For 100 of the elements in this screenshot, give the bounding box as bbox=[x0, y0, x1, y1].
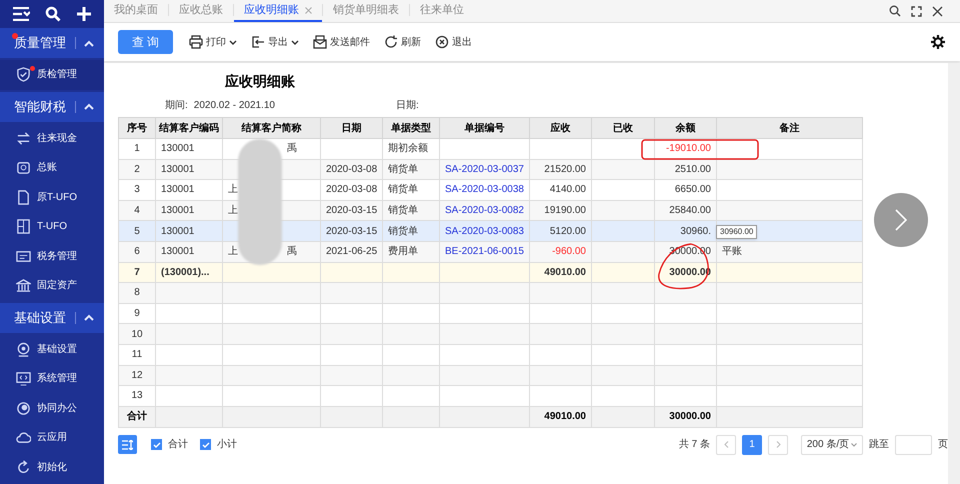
page-input[interactable] bbox=[895, 434, 932, 455]
text-fragment: 上 bbox=[228, 204, 238, 218]
page-size-select[interactable]: 200 条/页 bbox=[801, 434, 863, 455]
sidebar-section[interactable]: 基础设置 bbox=[0, 302, 104, 332]
sidebar-item[interactable]: 原T-UFO bbox=[0, 182, 104, 212]
text-fragment: 禹 bbox=[287, 142, 297, 156]
sidebar-item[interactable]: 总账 bbox=[0, 153, 104, 182]
document-link: BE-2021-06-0015 bbox=[440, 241, 530, 262]
table-cell: 期初余额 bbox=[382, 138, 440, 160]
table-cell: 49010.00 bbox=[530, 406, 592, 428]
table-cell: 销货单 bbox=[382, 180, 440, 200]
column-header[interactable]: 序号 bbox=[118, 118, 156, 138]
toolbar-button[interactable]: 导出 bbox=[251, 34, 299, 50]
report-title: 应收明细账 bbox=[225, 72, 295, 91]
chevron-right-icon bbox=[895, 209, 907, 231]
shield-icon bbox=[16, 67, 31, 82]
table-row[interactable]: 8 bbox=[118, 282, 862, 304]
table-cell: 10 bbox=[118, 324, 156, 344]
chevron-right-icon bbox=[776, 441, 780, 448]
printer-icon bbox=[189, 35, 203, 49]
next-button[interactable] bbox=[874, 193, 928, 247]
refresh-icon bbox=[384, 35, 398, 49]
bank-icon bbox=[16, 278, 31, 294]
plus-icon[interactable] bbox=[76, 6, 92, 22]
cloud-icon bbox=[16, 430, 31, 446]
table-cell: 2020-03-15 bbox=[320, 220, 382, 242]
search-icon[interactable] bbox=[889, 5, 901, 17]
table-cell: 3 bbox=[118, 180, 156, 200]
close-icon[interactable] bbox=[932, 6, 943, 16]
checkbox[interactable] bbox=[151, 439, 162, 450]
sidebar-item[interactable]: T-UFO bbox=[0, 212, 104, 242]
sidebar-item[interactable]: 税务管理 bbox=[0, 242, 104, 271]
table-cell: 6650.00 bbox=[654, 180, 716, 200]
spreadsheet-icon bbox=[16, 219, 31, 234]
table-cell: -960.00 bbox=[530, 241, 592, 262]
target-icon bbox=[16, 400, 31, 416]
table-cell: 2020-03-08 bbox=[320, 180, 382, 200]
page-unit: 页 bbox=[938, 438, 948, 452]
toolbar-button[interactable]: 打印 bbox=[189, 34, 237, 50]
table-cell: 8 bbox=[118, 282, 156, 304]
table-row[interactable]: 9 bbox=[118, 303, 862, 324]
settings-icon[interactable] bbox=[930, 34, 946, 50]
sidebar-section[interactable]: 质量管理 bbox=[0, 28, 104, 58]
monitor-icon bbox=[16, 371, 31, 386]
sidebar-item[interactable]: 基础设置 bbox=[0, 334, 104, 364]
column-header[interactable]: 备注 bbox=[716, 118, 862, 138]
column-settings-button[interactable] bbox=[118, 435, 137, 454]
export-icon bbox=[251, 35, 265, 49]
sidebar-item[interactable]: 固定资产 bbox=[0, 271, 104, 300]
sort-icon bbox=[122, 440, 133, 450]
sidebar-item[interactable]: 云应用 bbox=[0, 423, 104, 452]
table-cell: 平账 bbox=[716, 241, 862, 262]
record-count: 共 7 条 bbox=[678, 438, 710, 452]
column-header[interactable]: 单据编号 bbox=[440, 118, 530, 138]
caret-icon bbox=[851, 442, 858, 447]
table-row[interactable]: 13 bbox=[118, 386, 862, 406]
text-fragment: 上 bbox=[228, 244, 238, 260]
document-link: SA-2020-03-0083 bbox=[440, 220, 530, 242]
webcam-icon bbox=[16, 342, 31, 357]
table-row[interactable]: 12 bbox=[118, 365, 862, 386]
table-cell: 4140.00 bbox=[530, 180, 592, 200]
page-button[interactable]: 1 bbox=[742, 434, 762, 455]
table-row[interactable]: 11 bbox=[118, 344, 862, 366]
column-header[interactable]: 结算客户简称 bbox=[222, 118, 320, 138]
sidebar-item[interactable]: 初始化 bbox=[0, 452, 104, 482]
toolbar-button[interactable]: 刷新 bbox=[384, 34, 421, 50]
chevron-up-icon bbox=[84, 103, 94, 110]
table-cell: 130001 bbox=[156, 138, 222, 160]
table-cell: 13 bbox=[118, 386, 156, 406]
table-cell: 130001 bbox=[156, 180, 222, 200]
card-icon bbox=[16, 248, 31, 264]
text-fragment: 上 bbox=[228, 182, 238, 198]
chevron-up-icon bbox=[84, 314, 94, 321]
toolbar-button[interactable]: 发送邮件 bbox=[313, 34, 370, 50]
menu-icon[interactable] bbox=[12, 7, 30, 21]
sidebar-item[interactable]: 系统管理 bbox=[0, 364, 104, 394]
close-circle-icon bbox=[435, 35, 449, 49]
query-button[interactable]: 查 询 bbox=[118, 30, 173, 54]
checkbox-label: 合计 bbox=[168, 438, 188, 452]
toolbar-button[interactable]: 退出 bbox=[435, 34, 472, 50]
date-label: 日期: bbox=[396, 98, 419, 112]
checkbox[interactable] bbox=[200, 439, 211, 450]
table-cell: 6 bbox=[118, 241, 156, 262]
sidebar-item[interactable]: 质检管理 bbox=[0, 60, 104, 90]
table-cell: 11 bbox=[118, 344, 156, 366]
table-cell: 2021-06-25 bbox=[320, 241, 382, 262]
sidebar-item[interactable]: 协同办公 bbox=[0, 394, 104, 423]
table-cell: 30000.00 bbox=[654, 406, 716, 428]
sidebar-item[interactable]: 往来现金 bbox=[0, 124, 104, 153]
search-icon[interactable] bbox=[44, 6, 61, 22]
table-row[interactable]: 10 bbox=[118, 324, 862, 344]
refresh-icon bbox=[16, 460, 31, 475]
table-cell: 销货单 bbox=[382, 220, 440, 242]
fullscreen-icon[interactable] bbox=[911, 6, 922, 16]
jump-label: 跳至 bbox=[869, 438, 889, 452]
table-cell: 5120.00 bbox=[530, 220, 592, 242]
text-fragment: 禹 bbox=[287, 244, 297, 260]
document-link: SA-2020-03-0038 bbox=[440, 180, 530, 200]
period-label: 期间: bbox=[165, 98, 188, 112]
sidebar-section[interactable]: 智能财税 bbox=[0, 92, 104, 122]
